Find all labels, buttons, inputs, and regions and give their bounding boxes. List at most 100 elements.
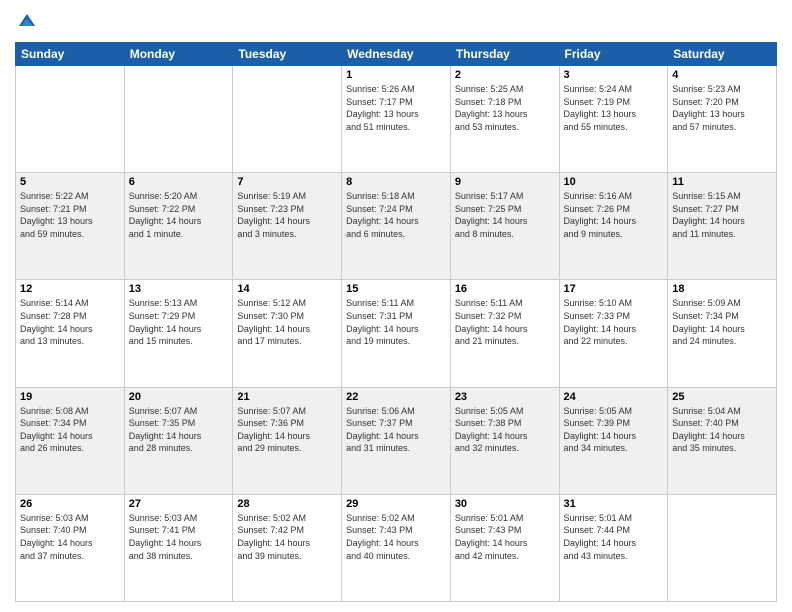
calendar-header-monday: Monday [124,43,233,66]
day-info: Sunrise: 5:10 AM Sunset: 7:33 PM Dayligh… [564,297,664,347]
day-info: Sunrise: 5:07 AM Sunset: 7:35 PM Dayligh… [129,405,229,455]
calendar-cell: 23 Sunrise: 5:05 AM Sunset: 7:38 PM Dayli… [450,387,559,494]
calendar-cell: 10Sunrise: 5:16 AM Sunset: 7:26 PM Dayli… [559,173,668,280]
day-info: Sunrise: 5:07 AM Sunset: 7:36 PM Dayligh… [237,405,337,455]
calendar-cell: 29Sunrise: 5:02 AM Sunset: 7:43 PM Dayli… [342,494,451,601]
day-info: Sunrise: 5:11 AM Sunset: 7:32 PM Dayligh… [455,297,555,347]
calendar-cell: 7Sunrise: 5:19 AM Sunset: 7:23 PM Daylig… [233,173,342,280]
calendar-cell: 18 Sunrise: 5:09 AM Sunset: 7:34 PM Dayli… [668,280,777,387]
calendar-week-2: 5 Sunrise: 5:22 AM Sunset: 7:21 PM Daylig… [16,173,777,280]
day-info: Sunrise: 5:02 AM Sunset: 7:42 PM Dayligh… [237,512,337,562]
day-info: Sunrise: 5:17 AM Sunset: 7:25 PM Dayligh… [455,190,555,240]
calendar-cell [668,494,777,601]
day-info: Sunrise: 5:13 AM Sunset: 7:29 PM Dayligh… [129,297,229,347]
calendar-week-4: 19Sunrise: 5:08 AM Sunset: 7:34 PM Dayli… [16,387,777,494]
day-info: Sunrise: 5:09 AM Sunset: 7:34 PM Dayligh… [672,297,772,347]
calendar-cell: 12 Sunrise: 5:14 AM Sunset: 7:28 PM Dayli… [16,280,125,387]
calendar-cell: 31 Sunrise: 5:01 AM Sunset: 7:44 PM Dayli… [559,494,668,601]
day-number: 19 [20,391,120,403]
day-info: Sunrise: 5:03 AM Sunset: 7:40 PM Dayligh… [20,512,120,562]
day-info: Sunrise: 5:20 AM Sunset: 7:22 PM Dayligh… [129,190,229,240]
day-number: 4 [672,69,772,81]
day-info: Sunrise: 5:01 AM Sunset: 7:43 PM Dayligh… [455,512,555,562]
calendar-header-tuesday: Tuesday [233,43,342,66]
day-number: 30 [455,498,555,510]
day-info: Sunrise: 5:24 AM Sunset: 7:19 PM Dayligh… [564,83,664,133]
day-info: Sunrise: 5:14 AM Sunset: 7:28 PM Dayligh… [20,297,120,347]
day-number: 29 [346,498,446,510]
day-number: 24 [564,391,664,403]
calendar-cell: 9 Sunrise: 5:17 AM Sunset: 7:25 PM Daylig… [450,173,559,280]
day-number: 21 [237,391,337,403]
calendar-cell [233,66,342,173]
calendar-cell: 20 Sunrise: 5:07 AM Sunset: 7:35 PM Dayli… [124,387,233,494]
calendar-cell: 22 Sunrise: 5:06 AM Sunset: 7:37 PM Dayli… [342,387,451,494]
calendar-cell: 4 Sunrise: 5:23 AM Sunset: 7:20 PM Daylig… [668,66,777,173]
day-info: Sunrise: 5:12 AM Sunset: 7:30 PM Dayligh… [237,297,337,347]
day-info: Sunrise: 5:05 AM Sunset: 7:38 PM Dayligh… [455,405,555,455]
day-info: Sunrise: 5:18 AM Sunset: 7:24 PM Dayligh… [346,190,446,240]
day-number: 15 [346,283,446,295]
day-number: 7 [237,176,337,188]
page: SundayMondayTuesdayWednesdayThursdayFrid… [0,0,792,612]
day-number: 31 [564,498,664,510]
calendar-cell: 5 Sunrise: 5:22 AM Sunset: 7:21 PM Daylig… [16,173,125,280]
logo-icon [15,10,39,34]
calendar-cell: 21 Sunrise: 5:07 AM Sunset: 7:36 PM Dayli… [233,387,342,494]
day-number: 17 [564,283,664,295]
calendar-cell: 6 Sunrise: 5:20 AM Sunset: 7:22 PM Daylig… [124,173,233,280]
calendar-cell: 27 Sunrise: 5:03 AM Sunset: 7:41 PM Dayli… [124,494,233,601]
day-number: 26 [20,498,120,510]
calendar-cell: 25 Sunrise: 5:04 AM Sunset: 7:40 PM Dayli… [668,387,777,494]
day-number: 2 [455,69,555,81]
calendar-header-wednesday: Wednesday [342,43,451,66]
calendar-cell: 26 Sunrise: 5:03 AM Sunset: 7:40 PM Dayli… [16,494,125,601]
day-info: Sunrise: 5:03 AM Sunset: 7:41 PM Dayligh… [129,512,229,562]
calendar-cell: 13 Sunrise: 5:13 AM Sunset: 7:29 PM Dayli… [124,280,233,387]
day-number: 28 [237,498,337,510]
day-info: Sunrise: 5:04 AM Sunset: 7:40 PM Dayligh… [672,405,772,455]
day-info: Sunrise: 5:15 AM Sunset: 7:27 PM Dayligh… [672,190,772,240]
day-info: Sunrise: 5:06 AM Sunset: 7:37 PM Dayligh… [346,405,446,455]
day-number: 13 [129,283,229,295]
day-info: Sunrise: 5:05 AM Sunset: 7:39 PM Dayligh… [564,405,664,455]
day-number: 8 [346,176,446,188]
day-number: 25 [672,391,772,403]
day-number: 20 [129,391,229,403]
day-number: 6 [129,176,229,188]
day-info: Sunrise: 5:23 AM Sunset: 7:20 PM Dayligh… [672,83,772,133]
day-number: 12 [20,283,120,295]
calendar-cell: 15Sunrise: 5:11 AM Sunset: 7:31 PM Dayli… [342,280,451,387]
calendar-week-3: 12 Sunrise: 5:14 AM Sunset: 7:28 PM Dayli… [16,280,777,387]
calendar-cell: 2 Sunrise: 5:25 AM Sunset: 7:18 PM Daylig… [450,66,559,173]
day-info: Sunrise: 5:16 AM Sunset: 7:26 PM Dayligh… [564,190,664,240]
calendar-cell [16,66,125,173]
day-number: 9 [455,176,555,188]
day-number: 27 [129,498,229,510]
calendar-cell: 3 Sunrise: 5:24 AM Sunset: 7:19 PM Daylig… [559,66,668,173]
day-number: 22 [346,391,446,403]
calendar-header-saturday: Saturday [668,43,777,66]
calendar-header-sunday: Sunday [16,43,125,66]
day-number: 16 [455,283,555,295]
day-info: Sunrise: 5:01 AM Sunset: 7:44 PM Dayligh… [564,512,664,562]
calendar-cell: 24 Sunrise: 5:05 AM Sunset: 7:39 PM Dayli… [559,387,668,494]
day-number: 3 [564,69,664,81]
calendar-header-thursday: Thursday [450,43,559,66]
calendar-week-1: 1 Sunrise: 5:26 AM Sunset: 7:17 PM Daylig… [16,66,777,173]
day-number: 14 [237,283,337,295]
calendar-cell: 1 Sunrise: 5:26 AM Sunset: 7:17 PM Daylig… [342,66,451,173]
header [15,10,777,34]
day-number: 1 [346,69,446,81]
calendar-cell: 30 Sunrise: 5:01 AM Sunset: 7:43 PM Dayli… [450,494,559,601]
calendar-cell: 17 Sunrise: 5:10 AM Sunset: 7:33 PM Dayli… [559,280,668,387]
day-info: Sunrise: 5:22 AM Sunset: 7:21 PM Dayligh… [20,190,120,240]
day-number: 18 [672,283,772,295]
day-number: 5 [20,176,120,188]
calendar-cell: 11Sunrise: 5:15 AM Sunset: 7:27 PM Dayli… [668,173,777,280]
logo [15,10,43,34]
calendar-cell: 14 Sunrise: 5:12 AM Sunset: 7:30 PM Dayli… [233,280,342,387]
day-info: Sunrise: 5:26 AM Sunset: 7:17 PM Dayligh… [346,83,446,133]
day-number: 23 [455,391,555,403]
day-info: Sunrise: 5:25 AM Sunset: 7:18 PM Dayligh… [455,83,555,133]
